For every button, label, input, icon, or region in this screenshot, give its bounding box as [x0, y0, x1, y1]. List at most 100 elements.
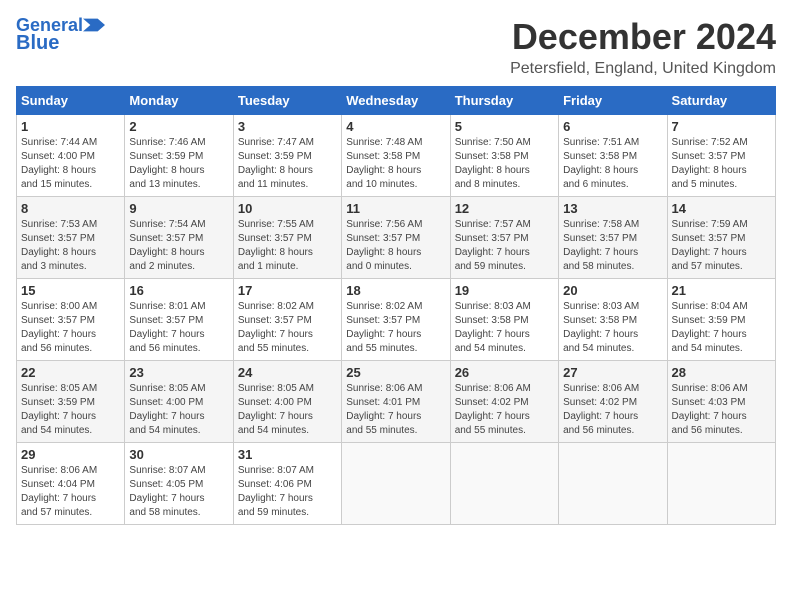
calendar-cell: 4Sunrise: 7:48 AM Sunset: 3:58 PM Daylig…	[342, 115, 450, 197]
calendar-week-row: 15 Sunrise: 8:00 AM Sunset: 3:57 PM Dayli…	[17, 279, 776, 361]
calendar-cell	[450, 443, 558, 525]
day-info: Sunrise: 8:07 AM Sunset: 4:05 PM Dayligh…	[129, 464, 228, 520]
day-number: 16	[129, 283, 228, 298]
day-number: 1	[21, 119, 120, 134]
day-number: 4	[346, 119, 445, 134]
day-number: 2	[129, 119, 228, 134]
calendar-cell: 3 Sunrise: 7:47 AM Sunset: 3:59 PM Daylig…	[233, 115, 341, 197]
day-info: Sunrise: 8:00 AM Sunset: 3:57 PM Dayligh…	[21, 300, 120, 356]
calendar-cell: 27 Sunrise: 8:06 AM Sunset: 4:02 PM Dayli…	[559, 361, 667, 443]
subtitle: Petersfield, England, United Kingdom	[510, 60, 776, 78]
calendar-cell: 8 Sunrise: 7:53 AM Sunset: 3:57 PM Daylig…	[17, 197, 125, 279]
day-number: 31	[238, 447, 337, 462]
day-number: 18	[346, 283, 445, 298]
calendar-cell: 24 Sunrise: 8:05 AM Sunset: 4:00 PM Dayli…	[233, 361, 341, 443]
day-number: 25	[346, 365, 445, 380]
day-info: Sunrise: 7:56 AM Sunset: 3:57 PM Dayligh…	[346, 218, 445, 274]
logo-icon	[83, 18, 105, 32]
calendar-cell	[667, 443, 775, 525]
calendar-cell: 5Sunrise: 7:50 AM Sunset: 3:58 PM Daylig…	[450, 115, 558, 197]
day-info: Sunrise: 7:51 AM Sunset: 3:58 PM Dayligh…	[563, 136, 662, 192]
day-info: Sunrise: 8:02 AM Sunset: 3:57 PM Dayligh…	[346, 300, 445, 356]
calendar-cell: 2 Sunrise: 7:46 AM Sunset: 3:59 PM Daylig…	[125, 115, 233, 197]
day-info: Sunrise: 8:06 AM Sunset: 4:02 PM Dayligh…	[563, 382, 662, 438]
day-info: Sunrise: 8:04 AM Sunset: 3:59 PM Dayligh…	[672, 300, 771, 356]
calendar-cell: 25Sunrise: 8:06 AM Sunset: 4:01 PM Dayli…	[342, 361, 450, 443]
calendar-week-row: 29Sunrise: 8:06 AM Sunset: 4:04 PM Dayli…	[17, 443, 776, 525]
calendar-cell: 21 Sunrise: 8:04 AM Sunset: 3:59 PM Dayli…	[667, 279, 775, 361]
calendar-cell: 10 Sunrise: 7:55 AM Sunset: 3:57 PM Dayli…	[233, 197, 341, 279]
day-info: Sunrise: 8:06 AM Sunset: 4:02 PM Dayligh…	[455, 382, 554, 438]
day-info: Sunrise: 7:46 AM Sunset: 3:59 PM Dayligh…	[129, 136, 228, 192]
day-number: 8	[21, 201, 120, 216]
calendar-cell: 13 Sunrise: 7:58 AM Sunset: 3:57 PM Dayli…	[559, 197, 667, 279]
calendar-cell: 26 Sunrise: 8:06 AM Sunset: 4:02 PM Dayli…	[450, 361, 558, 443]
day-number: 19	[455, 283, 554, 298]
main-title: December 2024	[510, 16, 776, 58]
day-number: 7	[672, 119, 771, 134]
day-number: 24	[238, 365, 337, 380]
day-info: Sunrise: 7:47 AM Sunset: 3:59 PM Dayligh…	[238, 136, 337, 192]
day-number: 3	[238, 119, 337, 134]
header: General Blue December 2024 Petersfield, …	[16, 16, 776, 78]
calendar-cell: 17 Sunrise: 8:02 AM Sunset: 3:57 PM Dayli…	[233, 279, 341, 361]
day-info: Sunrise: 8:07 AM Sunset: 4:06 PM Dayligh…	[238, 464, 337, 520]
calendar-week-row: 1 Sunrise: 7:44 AM Sunset: 4:00 PM Daylig…	[17, 115, 776, 197]
day-info: Sunrise: 8:03 AM Sunset: 3:58 PM Dayligh…	[455, 300, 554, 356]
header-monday: Monday	[125, 87, 233, 115]
calendar-cell: 29Sunrise: 8:06 AM Sunset: 4:04 PM Dayli…	[17, 443, 125, 525]
day-number: 17	[238, 283, 337, 298]
day-info: Sunrise: 7:55 AM Sunset: 3:57 PM Dayligh…	[238, 218, 337, 274]
calendar-cell: 12Sunrise: 7:57 AM Sunset: 3:57 PM Dayli…	[450, 197, 558, 279]
day-number: 10	[238, 201, 337, 216]
calendar-cell: 19 Sunrise: 8:03 AM Sunset: 3:58 PM Dayli…	[450, 279, 558, 361]
day-info: Sunrise: 7:53 AM Sunset: 3:57 PM Dayligh…	[21, 218, 120, 274]
title-area: December 2024 Petersfield, England, Unit…	[510, 16, 776, 78]
day-number: 23	[129, 365, 228, 380]
calendar-cell: 30 Sunrise: 8:07 AM Sunset: 4:05 PM Dayli…	[125, 443, 233, 525]
header-friday: Friday	[559, 87, 667, 115]
day-info: Sunrise: 7:52 AM Sunset: 3:57 PM Dayligh…	[672, 136, 771, 192]
day-number: 30	[129, 447, 228, 462]
day-info: Sunrise: 8:06 AM Sunset: 4:04 PM Dayligh…	[21, 464, 120, 520]
calendar-cell: 7 Sunrise: 7:52 AM Sunset: 3:57 PM Daylig…	[667, 115, 775, 197]
day-info: Sunrise: 7:44 AM Sunset: 4:00 PM Dayligh…	[21, 136, 120, 192]
calendar-cell: 23 Sunrise: 8:05 AM Sunset: 4:00 PM Dayli…	[125, 361, 233, 443]
day-number: 26	[455, 365, 554, 380]
day-number: 15	[21, 283, 120, 298]
day-info: Sunrise: 8:03 AM Sunset: 3:58 PM Dayligh…	[563, 300, 662, 356]
day-number: 12	[455, 201, 554, 216]
day-info: Sunrise: 7:54 AM Sunset: 3:57 PM Dayligh…	[129, 218, 228, 274]
day-info: Sunrise: 7:58 AM Sunset: 3:57 PM Dayligh…	[563, 218, 662, 274]
day-number: 14	[672, 201, 771, 216]
day-number: 5	[455, 119, 554, 134]
calendar-cell: 16Sunrise: 8:01 AM Sunset: 3:57 PM Dayli…	[125, 279, 233, 361]
calendar-table: SundayMondayTuesdayWednesdayThursdayFrid…	[16, 86, 776, 525]
calendar-cell: 11 Sunrise: 7:56 AM Sunset: 3:57 PM Dayli…	[342, 197, 450, 279]
header-wednesday: Wednesday	[342, 87, 450, 115]
logo-blue-text: Blue	[16, 32, 59, 54]
day-number: 27	[563, 365, 662, 380]
calendar-cell: 31 Sunrise: 8:07 AM Sunset: 4:06 PM Dayli…	[233, 443, 341, 525]
day-number: 6	[563, 119, 662, 134]
day-info: Sunrise: 8:05 AM Sunset: 3:59 PM Dayligh…	[21, 382, 120, 438]
day-number: 13	[563, 201, 662, 216]
day-number: 20	[563, 283, 662, 298]
calendar-cell	[559, 443, 667, 525]
calendar-week-row: 22 Sunrise: 8:05 AM Sunset: 3:59 PM Dayli…	[17, 361, 776, 443]
calendar-cell: 15 Sunrise: 8:00 AM Sunset: 3:57 PM Dayli…	[17, 279, 125, 361]
day-number: 21	[672, 283, 771, 298]
day-info: Sunrise: 8:02 AM Sunset: 3:57 PM Dayligh…	[238, 300, 337, 356]
day-number: 22	[21, 365, 120, 380]
calendar-cell: 22 Sunrise: 8:05 AM Sunset: 3:59 PM Dayli…	[17, 361, 125, 443]
day-info: Sunrise: 7:59 AM Sunset: 3:57 PM Dayligh…	[672, 218, 771, 274]
header-sunday: Sunday	[17, 87, 125, 115]
day-info: Sunrise: 8:05 AM Sunset: 4:00 PM Dayligh…	[129, 382, 228, 438]
header-thursday: Thursday	[450, 87, 558, 115]
day-number: 11	[346, 201, 445, 216]
logo: General Blue	[16, 16, 105, 54]
day-number: 28	[672, 365, 771, 380]
calendar-cell: 6 Sunrise: 7:51 AM Sunset: 3:58 PM Daylig…	[559, 115, 667, 197]
calendar-cell: 20 Sunrise: 8:03 AM Sunset: 3:58 PM Dayli…	[559, 279, 667, 361]
day-info: Sunrise: 8:05 AM Sunset: 4:00 PM Dayligh…	[238, 382, 337, 438]
